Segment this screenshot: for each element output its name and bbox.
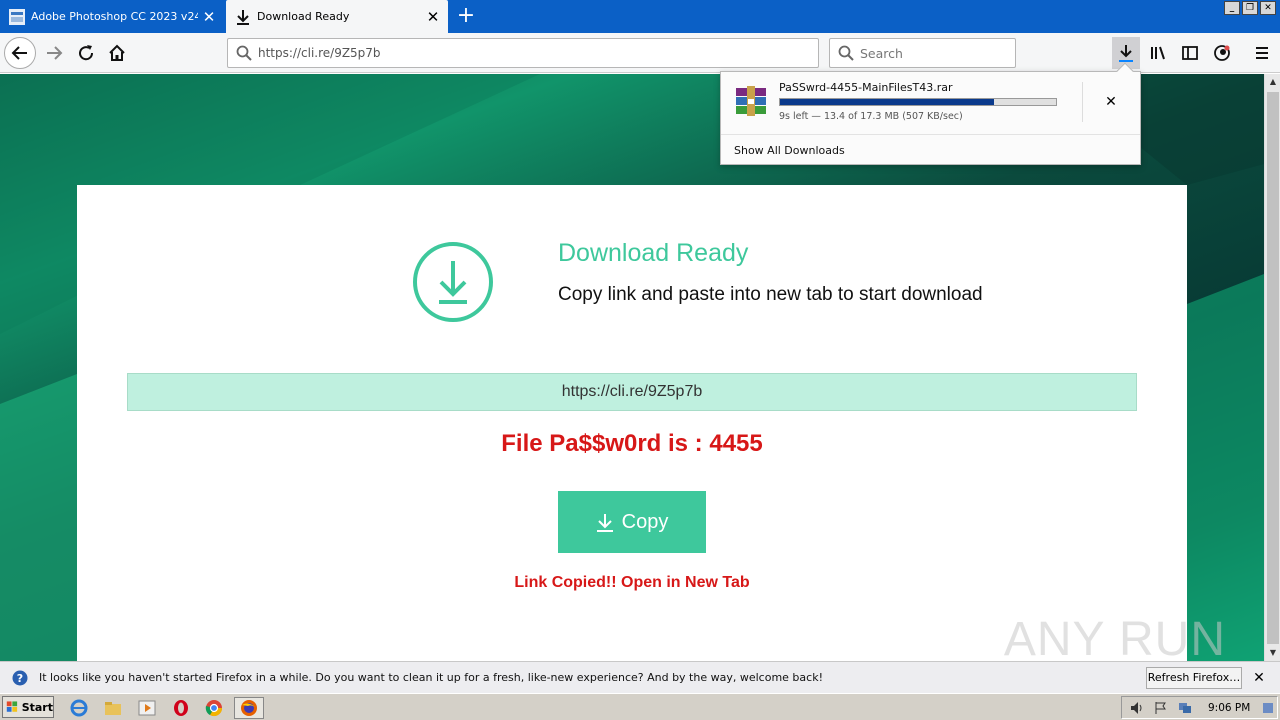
cancel-download-icon[interactable]: ✕ xyxy=(1099,90,1123,114)
divider xyxy=(1082,82,1083,122)
tab-photoshop[interactable]: Adobe Photoshop CC 2023 v24.5 ✕ xyxy=(0,0,224,33)
download-progress-fill xyxy=(780,99,994,105)
reload-icon xyxy=(79,45,94,61)
reload-button[interactable] xyxy=(70,37,102,69)
file-explorer-icon[interactable] xyxy=(102,697,124,719)
link-field[interactable]: https://cli.re/9Z5p7b xyxy=(127,373,1137,411)
notification-bar: ? It looks like you haven't started Fire… xyxy=(0,661,1280,693)
download-icon xyxy=(237,9,249,25)
search-bar[interactable]: Search xyxy=(829,38,1016,68)
copy-button[interactable]: Copy xyxy=(558,491,706,553)
scroll-down-arrow-icon[interactable]: ▼ xyxy=(1265,645,1280,661)
close-window-icon[interactable]: ✕ xyxy=(1260,1,1276,15)
library-icon xyxy=(1151,46,1165,60)
downloads-panel: PaSSwrd-4455-MainFilesT43.rar 9s left — … xyxy=(720,62,1142,165)
download-icon xyxy=(596,514,613,532)
search-icon xyxy=(838,45,854,61)
winrar-archive-icon xyxy=(736,86,766,116)
anyrun-watermark: ANY RUN xyxy=(1003,613,1226,661)
sidebar-icon xyxy=(1182,46,1198,60)
network-icon[interactable] xyxy=(1178,701,1192,715)
show-desktop-icon[interactable] xyxy=(1262,701,1274,715)
download-filename: PaSSwrd-4455-MainFilesT43.rar xyxy=(779,81,953,94)
scroll-thumb[interactable] xyxy=(1267,92,1279,644)
download-circle-icon xyxy=(413,242,493,322)
internet-explorer-icon[interactable] xyxy=(68,697,90,719)
show-all-downloads-label: Show All Downloads xyxy=(734,143,845,157)
home-icon xyxy=(109,44,125,61)
url-text: https://cli.re/9Z5p7b xyxy=(258,46,381,60)
back-button[interactable] xyxy=(4,37,36,69)
taskbar: Start 9:06 PM xyxy=(0,693,1280,720)
account-button[interactable] xyxy=(1208,37,1236,69)
restore-icon[interactable]: ❐ xyxy=(1242,1,1258,15)
page-icon xyxy=(9,8,25,25)
chrome-icon[interactable] xyxy=(203,697,225,719)
info-icon: ? xyxy=(12,670,28,686)
download-item[interactable]: PaSSwrd-4455-MainFilesT43.rar 9s left — … xyxy=(721,72,1142,132)
download-card: Download Ready Copy link and paste into … xyxy=(77,185,1187,661)
forward-button[interactable] xyxy=(38,37,70,69)
library-button[interactable] xyxy=(1144,37,1172,69)
arrow-right-icon xyxy=(47,46,63,60)
search-placeholder: Search xyxy=(860,45,903,61)
password-text: File Pa$$w0rd is : 4455 xyxy=(501,430,763,457)
vertical-scrollbar[interactable]: ▲ ▼ xyxy=(1264,74,1280,661)
volume-icon[interactable] xyxy=(1130,701,1144,715)
tab-download-ready[interactable]: Download Ready ✕ xyxy=(226,0,448,33)
notification-text: It looks like you haven't started Firefo… xyxy=(39,671,823,684)
url-bar[interactable]: https://cli.re/9Z5p7b xyxy=(227,38,819,68)
tab-title: Download Ready xyxy=(257,10,350,23)
download-icon xyxy=(1119,45,1133,62)
scroll-up-arrow-icon[interactable]: ▲ xyxy=(1265,74,1280,90)
navigation-toolbar: https://cli.re/9Z5p7b Search xyxy=(0,33,1280,73)
opera-icon[interactable] xyxy=(170,697,192,719)
new-tab-button[interactable]: + xyxy=(453,4,479,30)
media-player-icon[interactable] xyxy=(136,697,158,719)
windows-logo-icon xyxy=(6,701,18,712)
download-status: 9s left — 13.4 of 17.3 MB (507 KB/sec) xyxy=(779,111,963,122)
firefox-icon xyxy=(241,700,257,716)
clock: 9:06 PM xyxy=(1208,702,1251,714)
window-controls: _ ❐ ✕ xyxy=(1224,1,1276,15)
download-progress-bar xyxy=(779,98,1057,106)
tab-title: Adobe Photoshop CC 2023 v24.5 xyxy=(31,10,198,23)
search-icon xyxy=(236,45,252,61)
refresh-firefox-button[interactable]: Refresh Firefox… xyxy=(1146,667,1242,689)
minimize-icon[interactable]: _ xyxy=(1224,1,1240,15)
home-button[interactable] xyxy=(101,37,133,69)
arrow-left-icon xyxy=(11,46,27,60)
system-tray: 9:06 PM xyxy=(1121,696,1278,719)
menu-button[interactable] xyxy=(1248,37,1276,69)
close-icon[interactable]: ✕ xyxy=(198,8,220,26)
toolbar-buttons xyxy=(1108,37,1280,69)
page-subtitle: Copy link and paste into new tab to star… xyxy=(558,284,983,305)
link-copied-text: Link Copied!! Open in New Tab xyxy=(514,574,750,591)
svg-text:?: ? xyxy=(17,672,23,685)
start-label: Start xyxy=(21,700,53,714)
page-title: Download Ready xyxy=(558,239,749,267)
start-button[interactable]: Start xyxy=(2,696,54,718)
action-center-flag-icon[interactable] xyxy=(1154,701,1168,715)
tab-strip: Adobe Photoshop CC 2023 v24.5 ✕ Download… xyxy=(0,0,1280,33)
copy-button-label: Copy xyxy=(621,510,669,533)
account-icon xyxy=(1214,45,1230,61)
sidebar-button[interactable] xyxy=(1176,37,1204,69)
close-icon[interactable]: ✕ xyxy=(1250,667,1268,689)
show-all-downloads-button[interactable]: Show All Downloads xyxy=(721,134,1140,165)
firefox-taskbar-button[interactable] xyxy=(234,697,264,719)
close-icon[interactable]: ✕ xyxy=(422,8,444,26)
hamburger-menu-icon xyxy=(1256,47,1268,59)
